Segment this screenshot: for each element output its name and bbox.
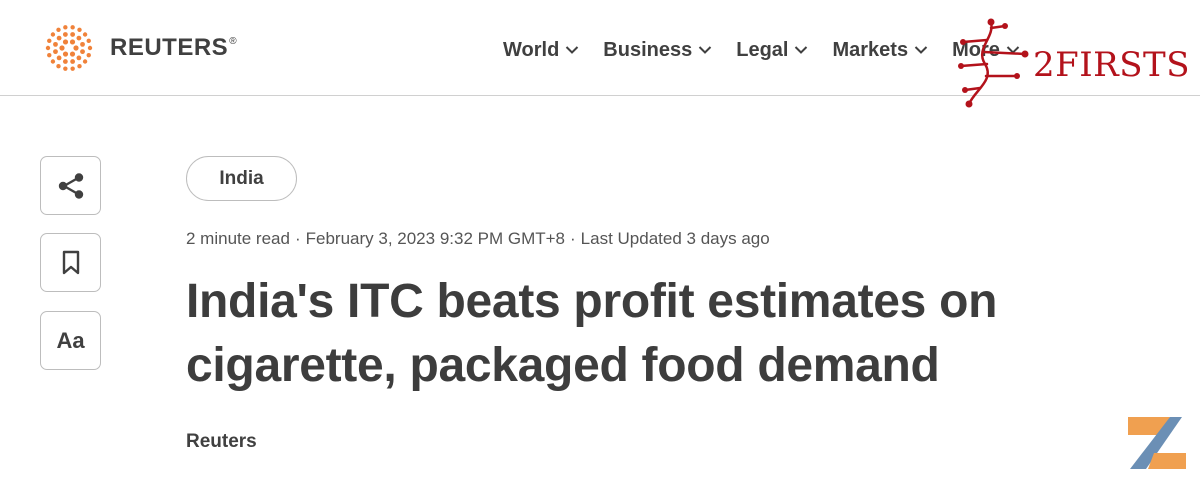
- logo-dot: [73, 45, 79, 51]
- brand-name: REUTERS®: [110, 34, 238, 61]
- logo-dot: [53, 41, 58, 47]
- share-icon: [58, 172, 83, 199]
- nav-item-world[interactable]: World: [503, 36, 579, 64]
- logo-dot: [80, 41, 85, 47]
- logo-dot: [56, 55, 62, 61]
- logo-dot: [53, 49, 58, 55]
- logo-dot: [87, 45, 93, 51]
- logo-dot: [82, 32, 88, 37]
- logo-dot: [59, 45, 65, 51]
- nav-item-legal[interactable]: Legal: [736, 36, 808, 64]
- article-meta: 2 minute read · February 3, 2023 9:32 PM G…: [186, 229, 770, 249]
- logo-dot: [63, 66, 68, 71]
- logo-dot: [50, 32, 56, 37]
- watermark-2firsts: 2FIRSTS: [955, 18, 1190, 108]
- logo-dot: [70, 32, 76, 37]
- meta-separator: ·: [294, 229, 301, 248]
- section-tag[interactable]: India: [186, 156, 297, 201]
- watermark-text: 2FIRSTS: [1033, 45, 1191, 85]
- share-button[interactable]: [40, 156, 101, 215]
- logo-dot: [70, 66, 75, 71]
- bookmark-button[interactable]: [40, 233, 101, 292]
- logo-dot: [62, 51, 69, 57]
- z-logo-icon: [1128, 417, 1186, 469]
- logo-dot: [47, 52, 52, 58]
- logo-dot: [56, 27, 61, 33]
- reuters-dots-icon: [45, 25, 93, 71]
- logo-dot: [76, 55, 82, 61]
- updated-date: Last Updated 3 days ago: [580, 229, 770, 248]
- logo-dot: [76, 35, 82, 41]
- chevron-down-icon: [699, 46, 712, 54]
- text-size-label: Aa: [56, 327, 85, 353]
- nav-item-business[interactable]: Business: [603, 36, 712, 64]
- nav-item-label: Markets: [832, 38, 909, 61]
- logo-dot: [70, 25, 75, 30]
- meta-separator: ·: [570, 229, 576, 248]
- watermark-helix-icon: [958, 18, 1029, 108]
- reuters-logo[interactable]: REUTERS®: [40, 22, 237, 74]
- logo-dot: [80, 49, 85, 55]
- bookmark-icon: [62, 250, 79, 274]
- logo-dot: [62, 32, 68, 37]
- logo-dot: [86, 38, 91, 44]
- logo-dot: [77, 63, 82, 69]
- logo-dot: [56, 35, 62, 41]
- text-size-button[interactable]: Aa: [40, 311, 101, 370]
- logo-dot: [63, 25, 68, 30]
- article-headline: India's ITC beats profit estimates on ci…: [186, 275, 998, 392]
- logo-dot: [50, 59, 56, 64]
- logo-dot: [69, 51, 76, 57]
- nav-item-label: Legal: [736, 38, 789, 61]
- logo-dot: [45, 45, 51, 51]
- logo-dot: [70, 59, 76, 64]
- logo-dot: [82, 59, 88, 64]
- logo-dot: [62, 39, 69, 45]
- logo-dot: [47, 38, 52, 44]
- chevron-down-icon: [795, 46, 808, 54]
- logo-dot: [69, 39, 76, 45]
- logo-dot: [77, 27, 82, 33]
- nav-item-label: World: [503, 38, 560, 61]
- published-date: February 3, 2023 9:32 PM GMT+8: [305, 229, 565, 248]
- nav-item-markets[interactable]: Markets: [832, 36, 928, 64]
- article-byline[interactable]: Reuters: [186, 431, 257, 453]
- logo-dot: [86, 52, 91, 58]
- read-time: 2 minute read: [186, 229, 290, 248]
- logo-dot: [62, 59, 68, 64]
- nav-item-label: Business: [603, 38, 693, 61]
- chevron-down-icon: [566, 46, 579, 54]
- logo-dot: [56, 63, 61, 69]
- chevron-down-icon: [914, 46, 928, 54]
